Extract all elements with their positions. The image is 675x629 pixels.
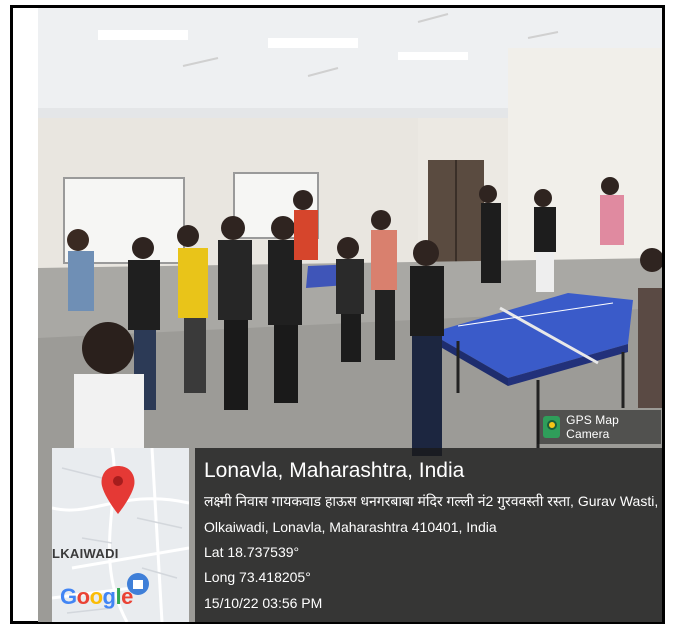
latitude-value: Lat 18.737539°	[204, 544, 300, 560]
longitude-value: Long 73.418205°	[204, 569, 311, 585]
gps-map-camera-icon	[543, 416, 561, 438]
location-info-panel: Lonavla, Maharashtra, India लक्ष्मी निवा…	[195, 448, 662, 622]
location-map: LKAIWADI Google	[52, 448, 189, 622]
google-logo: Google	[60, 584, 133, 609]
map-area-label: LKAIWADI	[52, 546, 119, 561]
gps-map-camera-badge: GPS Map Camera	[537, 410, 661, 444]
address-line-1: लक्ष्मी निवास गायकवाड हाऊस धनगरबाबा मंदि…	[204, 493, 659, 509]
datetime-value: 15/10/22 03:56 PM	[204, 595, 323, 611]
address-line-2: Olkaiwadi, Lonavla, Maharashtra 410401, …	[204, 519, 497, 535]
gps-map-camera-label: GPS Map Camera	[566, 413, 619, 441]
location-title: Lonavla, Maharashtra, India	[204, 459, 465, 482]
